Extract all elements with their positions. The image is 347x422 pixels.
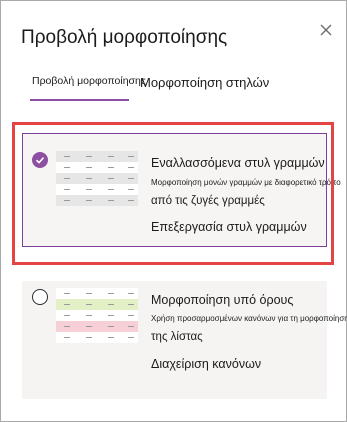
selected-tab-indicator	[30, 99, 129, 101]
preview-row	[56, 151, 138, 162]
unchecked-radio-icon[interactable]	[32, 289, 48, 305]
preview-row	[56, 162, 138, 173]
preview-cell-placeholder	[86, 167, 92, 168]
preview-cell-placeholder	[108, 178, 114, 179]
conditional-formatting-preview	[56, 288, 138, 344]
preview-cell-placeholder	[108, 200, 114, 201]
preview-cell-placeholder	[128, 304, 134, 305]
preview-row	[56, 321, 138, 332]
preview-cell-placeholder	[108, 326, 114, 327]
preview-cell-placeholder	[64, 315, 70, 316]
manage-rules-link[interactable]: Διαχείριση κανόνων	[151, 357, 261, 371]
option-title: Εναλλασσόμενα στυλ γραμμών	[151, 156, 325, 170]
preview-cell-placeholder	[64, 189, 70, 190]
preview-cell-placeholder	[128, 315, 134, 316]
option-description-continued: της λίστας	[151, 331, 203, 343]
alternating-rows-preview	[56, 151, 138, 207]
preview-cell-placeholder	[108, 167, 114, 168]
edit-row-styles-link[interactable]: Επεξεργασία στυλ γραμμών	[151, 220, 307, 234]
preview-cell-placeholder	[64, 167, 70, 168]
tab-format-view[interactable]: Προβολή μορφοποίησης	[32, 75, 146, 87]
preview-cell-placeholder	[86, 189, 92, 190]
preview-cell-placeholder	[86, 337, 92, 338]
preview-cell-placeholder	[108, 189, 114, 190]
preview-row	[56, 173, 138, 184]
preview-cell-placeholder	[64, 304, 70, 305]
preview-row	[56, 299, 138, 310]
preview-cell-placeholder	[86, 315, 92, 316]
preview-cell-placeholder	[64, 337, 70, 338]
preview-cell-placeholder	[128, 293, 134, 294]
preview-cell-placeholder	[64, 293, 70, 294]
preview-row	[56, 332, 138, 343]
preview-row	[56, 310, 138, 321]
preview-cell-placeholder	[86, 178, 92, 179]
preview-cell-placeholder	[64, 326, 70, 327]
preview-row	[56, 184, 138, 195]
option-description: Μορφοποίηση μονών γραμμών με διαφορετικό…	[151, 178, 341, 187]
preview-cell-placeholder	[108, 156, 114, 157]
preview-cell-placeholder	[64, 178, 70, 179]
option-title: Μορφοποίηση υπό όρους	[151, 293, 294, 307]
checked-radio-icon[interactable]	[32, 152, 48, 168]
preview-cell-placeholder	[128, 156, 134, 157]
preview-cell-placeholder	[64, 200, 70, 201]
preview-cell-placeholder	[86, 304, 92, 305]
tab-format-columns[interactable]: Μορφοποίηση στηλών	[140, 75, 269, 90]
preview-cell-placeholder	[86, 200, 92, 201]
option-description: Χρήση προσαρμοσμένων κανόνων για τη μορφ…	[151, 314, 347, 323]
preview-row	[56, 288, 138, 299]
option-description-continued: από τις ζυγές γραμμές	[151, 195, 265, 207]
preview-cell-placeholder	[128, 189, 134, 190]
preview-cell-placeholder	[128, 326, 134, 327]
preview-cell-placeholder	[108, 315, 114, 316]
panel-title: Προβολή μορφοποίησης	[21, 27, 228, 48]
preview-cell-placeholder	[128, 167, 134, 168]
preview-cell-placeholder	[108, 304, 114, 305]
preview-cell-placeholder	[86, 156, 92, 157]
preview-cell-placeholder	[128, 337, 134, 338]
preview-cell-placeholder	[128, 200, 134, 201]
close-icon[interactable]	[317, 21, 335, 39]
preview-cell-placeholder	[108, 337, 114, 338]
preview-cell-placeholder	[86, 326, 92, 327]
preview-cell-placeholder	[128, 178, 134, 179]
preview-cell-placeholder	[64, 156, 70, 157]
format-view-panel: Προβολή μορφοποίησης Προβολή μορφοποίηση…	[0, 0, 347, 422]
preview-cell-placeholder	[108, 293, 114, 294]
preview-cell-placeholder	[86, 293, 92, 294]
preview-row	[56, 195, 138, 206]
